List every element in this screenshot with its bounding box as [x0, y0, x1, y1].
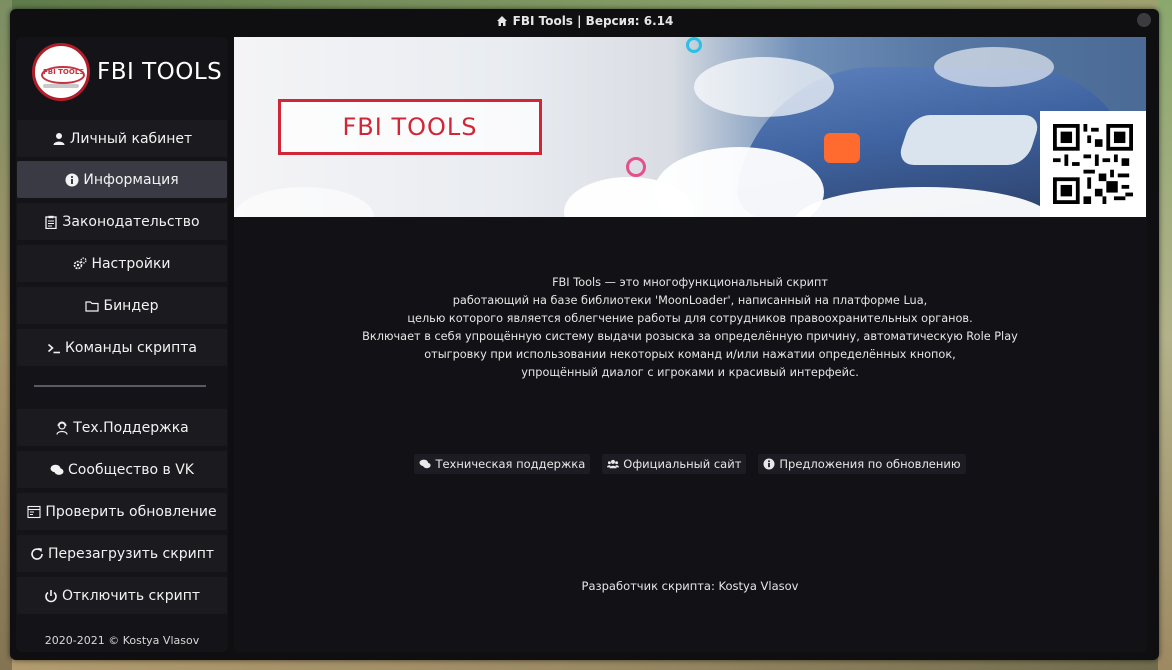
sidebar-item-information[interactable]: Информация	[17, 161, 227, 198]
sidebar-item-vk-community[interactable]: Сообщество в VK	[17, 451, 227, 488]
close-button[interactable]	[1137, 13, 1151, 27]
sidebar-item-personal-account[interactable]: Личный кабинет	[17, 120, 227, 157]
sidebar-item-disable-script[interactable]: Отключить скрипт	[17, 577, 227, 614]
sidebar-logo: FBI TOOLS FBI TOOLS	[32, 43, 222, 101]
description-line: работающий на базе библиотеки 'MoonLoade…	[452, 294, 928, 307]
power-icon	[45, 589, 57, 602]
support-agent-icon	[56, 421, 68, 435]
clipboard-icon	[45, 215, 58, 229]
title-bar[interactable]: FBI Tools | Версия: 6.14	[10, 9, 1159, 33]
banner-image: FBI TOOLS	[234, 37, 1146, 217]
update-suggestions-button[interactable]: Предложения по обновлению	[758, 454, 966, 474]
comments-icon	[419, 459, 432, 469]
sidebar-divider	[34, 385, 206, 387]
qr-code	[1040, 111, 1146, 217]
sidebar-item-script-commands[interactable]: Команды скрипта	[17, 329, 227, 366]
terminal-icon	[47, 343, 60, 353]
sidebar-item-tech-support[interactable]: Тех.Поддержка	[17, 409, 227, 446]
user-icon	[53, 132, 65, 145]
folder-icon	[85, 300, 100, 312]
gears-icon	[74, 256, 88, 269]
sidebar-item-check-update[interactable]: Проверить обновление	[17, 493, 227, 530]
qr-code-icon	[1053, 124, 1133, 204]
sidebar: FBI TOOLS FBI TOOLS Личный кабинет Инфор…	[16, 37, 228, 652]
tech-support-button[interactable]: Техническая поддержка	[414, 454, 591, 474]
description-line: Включает в себя упрощённую систему выдач…	[362, 330, 1018, 343]
home-icon	[496, 16, 507, 26]
main-panel: FBI TOOLS FBI Tools — это многофункциона…	[234, 37, 1147, 652]
fbi-tools-window: FBI Tools | Версия: 6.14 FBI TOOLS FBI T…	[10, 9, 1159, 660]
window-title: FBI Tools | Версия: 6.14	[512, 14, 674, 28]
reload-icon	[31, 547, 43, 560]
official-site-button[interactable]: Официальный сайт	[602, 454, 747, 474]
background-right	[1158, 0, 1172, 670]
sidebar-item-settings[interactable]: Настройки	[17, 245, 227, 282]
logo-title: FBI TOOLS	[97, 59, 223, 85]
description-line: упрощённый диалог с игроками и красивый …	[521, 366, 859, 379]
info-icon	[65, 173, 79, 186]
description-line: отыгровку при использовании некоторых ко…	[424, 348, 956, 361]
sidebar-item-binder[interactable]: Биндер	[17, 287, 227, 324]
sidebar-item-legislation[interactable]: Законодательство	[17, 203, 227, 240]
window-icon	[27, 505, 41, 518]
script-description: FBI Tools — это многофункциональный скри…	[234, 274, 1146, 382]
logo-emblem: FBI TOOLS	[32, 43, 90, 101]
developer-credit: Разработчик скрипта: Kostya Vlasov	[581, 579, 799, 593]
chat-icon	[50, 464, 64, 475]
banner-logo: FBI TOOLS	[278, 99, 542, 155]
sidebar-item-reload-script[interactable]: Перезагрузить скрипт	[17, 535, 227, 572]
users-icon	[607, 459, 620, 469]
link-buttons: Техническая поддержка Официальный сайт П…	[234, 454, 1146, 474]
description-line: FBI Tools — это многофункциональный скри…	[552, 276, 828, 289]
info-icon	[763, 458, 775, 470]
description-line: целью которого является облегчение работ…	[407, 312, 973, 325]
copyright: 2020-2021 © Kostya Vlasov	[44, 634, 200, 647]
